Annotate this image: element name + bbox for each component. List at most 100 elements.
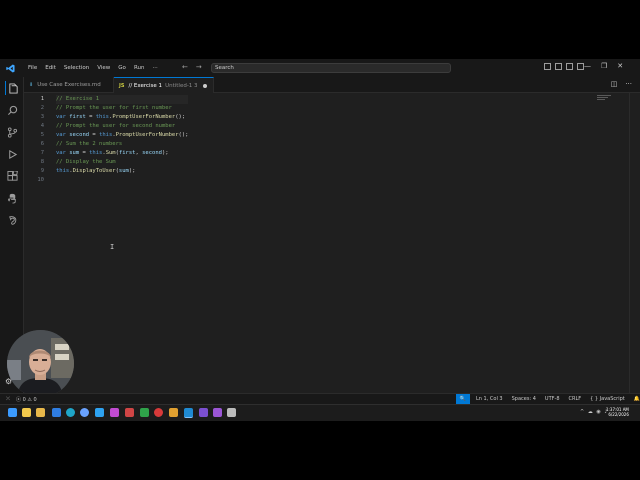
encoding[interactable]: UTF-8 bbox=[545, 396, 560, 402]
webcam-overlay bbox=[7, 330, 74, 397]
tab-exercise-1[interactable]: JS // Exercise 1 Untitled-1 3 bbox=[114, 77, 214, 93]
end-of-line[interactable]: CRLF bbox=[569, 396, 582, 402]
customize-layout-icon[interactable] bbox=[577, 63, 584, 70]
system-tray[interactable]: ^ ☁ ◉ ♪ bbox=[580, 409, 609, 415]
cursor-position[interactable]: Ln 1, Col 3 bbox=[476, 396, 503, 402]
menu-edit[interactable]: Edit bbox=[41, 65, 60, 71]
code-line[interactable]: // Display the Sum bbox=[56, 158, 188, 167]
toggle-primary-sidebar-icon[interactable] bbox=[544, 63, 551, 70]
toggle-panel-icon[interactable] bbox=[555, 63, 562, 70]
search-input[interactable]: Search bbox=[211, 63, 451, 73]
minimize-icon[interactable]: — bbox=[584, 62, 591, 70]
menu-file[interactable]: File bbox=[24, 65, 41, 71]
edge-browser-icon[interactable] bbox=[66, 408, 75, 417]
code-token: = bbox=[89, 132, 100, 138]
unsaved-dot-icon[interactable] bbox=[202, 83, 207, 88]
windows-start-icon[interactable] bbox=[8, 408, 17, 417]
indentation[interactable]: Spaces: 4 bbox=[512, 396, 536, 402]
back-arrow-icon[interactable]: ← bbox=[182, 63, 188, 71]
code-token: first bbox=[69, 114, 86, 120]
extensions-icon[interactable] bbox=[5, 169, 19, 183]
error-icon: ⓧ bbox=[16, 396, 22, 403]
manage-gear-icon[interactable]: ⚙ bbox=[5, 377, 12, 386]
language-label: JavaScript bbox=[599, 396, 625, 402]
app-red-icon[interactable] bbox=[125, 408, 134, 417]
app-purple-icon[interactable] bbox=[110, 408, 119, 417]
code-editor[interactable]: 1 2 3 4 5 6 7 8 9 10 // Exercise 1 // Prompt the u… bbox=[24, 93, 629, 393]
code-area[interactable]: // Exercise 1 // Prompt the user for firs… bbox=[56, 95, 189, 185]
warning-count: 0 bbox=[33, 396, 37, 403]
taskbar-clock[interactable]: 1:37:01 AM 6/22/2026 bbox=[606, 407, 629, 417]
code-token: (); bbox=[175, 114, 186, 120]
tab-use-case-exercises[interactable]: ⬇ Use Case Exercises.md bbox=[24, 77, 114, 93]
maximize-icon[interactable]: ❐ bbox=[601, 62, 607, 70]
vscode-taskbar-icon[interactable] bbox=[95, 408, 104, 417]
zoom-indicator-icon[interactable]: 🔍 bbox=[456, 394, 470, 404]
menu-go[interactable]: Go bbox=[114, 65, 130, 71]
editor-scrollbar[interactable] bbox=[629, 93, 640, 393]
split-editor-icon[interactable]: ◫ bbox=[611, 80, 618, 88]
menu-selection[interactable]: Selection bbox=[60, 65, 93, 71]
code-line[interactable]: var second = this.PromptUserForNumber(); bbox=[56, 131, 188, 140]
close-icon[interactable]: ✕ bbox=[617, 62, 623, 70]
unity-icon[interactable] bbox=[227, 408, 236, 417]
app-green-icon[interactable] bbox=[140, 408, 149, 417]
code-token: // Exercise 1 bbox=[56, 96, 100, 102]
visual-studio-2-icon[interactable] bbox=[213, 408, 222, 417]
minimap[interactable] bbox=[597, 95, 611, 101]
code-token: // Prompt the user for first number bbox=[56, 105, 172, 111]
recording-app-icon[interactable] bbox=[154, 408, 163, 417]
code-line[interactable]: var sum = this.Sum(first, second); bbox=[56, 149, 188, 158]
menu-run[interactable]: Run bbox=[130, 65, 149, 71]
os-taskbar: ^ ☁ ◉ ♪ 1:37:01 AM 6/22/2026 bbox=[0, 404, 640, 421]
code-token: this bbox=[99, 132, 113, 138]
remote-indicator-icon[interactable]: ⤫ bbox=[6, 396, 10, 402]
code-token: Sum bbox=[105, 150, 116, 156]
vscode-active-taskbar-icon[interactable] bbox=[184, 408, 193, 418]
code-token: sum bbox=[69, 150, 80, 156]
line-number: 10 bbox=[37, 177, 44, 183]
forward-arrow-icon[interactable]: → bbox=[196, 63, 202, 71]
visual-studio-icon[interactable] bbox=[199, 408, 208, 417]
vscode-window: File Edit Selection View Go Run ··· ← → … bbox=[0, 59, 640, 421]
mail-icon[interactable] bbox=[52, 408, 61, 417]
remote-explorer-icon[interactable] bbox=[5, 213, 19, 227]
language-mode[interactable]: { } JavaScript bbox=[590, 396, 625, 402]
code-token: // Prompt the user for second number bbox=[56, 123, 176, 129]
search-icon[interactable] bbox=[5, 103, 19, 117]
code-token: ); bbox=[128, 168, 136, 174]
editor-tab-bar: ⬇ Use Case Exercises.md JS // Exercise 1… bbox=[24, 77, 640, 93]
toggle-secondary-sidebar-icon[interactable] bbox=[566, 63, 573, 70]
run-debug-icon[interactable] bbox=[5, 147, 19, 161]
code-token: this bbox=[89, 150, 103, 156]
file-explorer-icon[interactable] bbox=[22, 408, 31, 417]
code-line[interactable]: // Prompt the user for first number bbox=[56, 104, 188, 113]
source-control-icon[interactable] bbox=[5, 125, 19, 139]
code-line[interactable]: // Sum the 2 numbers bbox=[56, 140, 188, 149]
code-line[interactable]: // Exercise 1 bbox=[56, 95, 189, 104]
code-line[interactable]: this.DisplayToUser(sum); bbox=[56, 167, 188, 176]
app-tool-icon[interactable] bbox=[169, 408, 178, 417]
letterbox-bottom bbox=[0, 421, 640, 480]
menu-view[interactable]: View bbox=[93, 65, 114, 71]
folder-icon[interactable] bbox=[36, 408, 45, 417]
notifications-bell-icon[interactable]: 🔔 bbox=[634, 396, 640, 402]
editor-more-actions-icon[interactable]: ··· bbox=[625, 80, 632, 88]
python-icon[interactable] bbox=[5, 191, 19, 205]
problems-indicator[interactable]: ⓧ 0 ⚠ 0 bbox=[16, 396, 37, 403]
explorer-icon[interactable] bbox=[5, 81, 20, 95]
line-number: 2 bbox=[40, 105, 44, 111]
code-line[interactable]: var first = this.PromptUserForNumber(); bbox=[56, 113, 188, 122]
code-line[interactable]: // Prompt the user for second number bbox=[56, 122, 188, 131]
chrome-browser-icon[interactable] bbox=[80, 408, 89, 417]
warning-icon: ⚠ bbox=[27, 396, 32, 403]
code-line[interactable] bbox=[56, 176, 188, 185]
code-token: // Display the Sum bbox=[56, 159, 116, 165]
code-token: DisplayToUser bbox=[72, 168, 116, 174]
line-number: 4 bbox=[40, 123, 44, 129]
line-number: 3 bbox=[40, 114, 44, 120]
more-menu-icon[interactable]: ··· bbox=[148, 65, 161, 71]
search-placeholder: Search bbox=[215, 65, 234, 71]
status-bar: ⤫ ⓧ 0 ⚠ 0 🔍 Ln 1, Col 3 Spaces: 4 UTF-8 … bbox=[0, 393, 640, 404]
code-token: // Sum the 2 numbers bbox=[56, 141, 123, 147]
